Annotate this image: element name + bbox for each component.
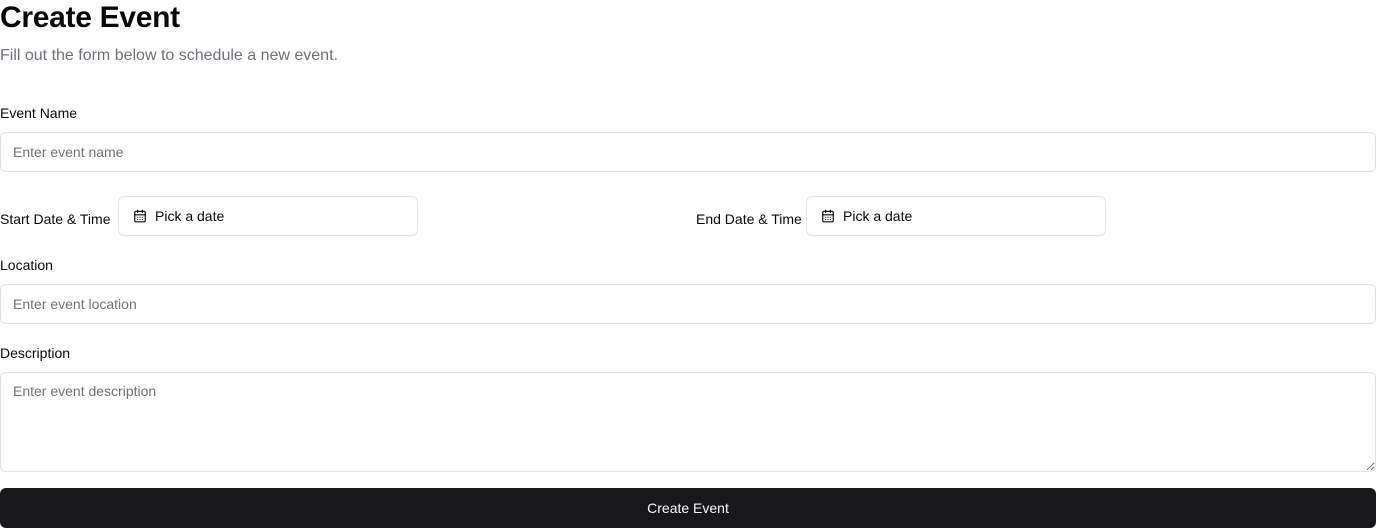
calendar-icon: [821, 209, 835, 223]
page-subtitle: Fill out the form below to schedule a ne…: [0, 47, 338, 64]
start-date-label: Start Date & Time: [0, 211, 111, 227]
event-name-label: Event Name: [0, 105, 78, 121]
start-date-text: Pick a date: [155, 208, 225, 224]
description-textarea[interactable]: [0, 372, 1376, 472]
end-date-text: Pick a date: [843, 208, 913, 224]
location-input[interactable]: [0, 284, 1376, 324]
location-label: Location: [0, 257, 53, 273]
end-date-label: End Date & Time: [696, 211, 802, 227]
page-title: Create Event: [0, 1, 180, 34]
calendar-icon: [133, 209, 147, 223]
start-date-picker-button[interactable]: Pick a date: [118, 196, 418, 236]
end-date-picker-button[interactable]: Pick a date: [806, 196, 1106, 236]
description-label: Description: [0, 345, 71, 361]
create-event-page: Create Event Fill out the form below to …: [0, 0, 1376, 528]
create-event-button[interactable]: Create Event: [0, 488, 1376, 528]
event-name-input[interactable]: [0, 132, 1376, 172]
